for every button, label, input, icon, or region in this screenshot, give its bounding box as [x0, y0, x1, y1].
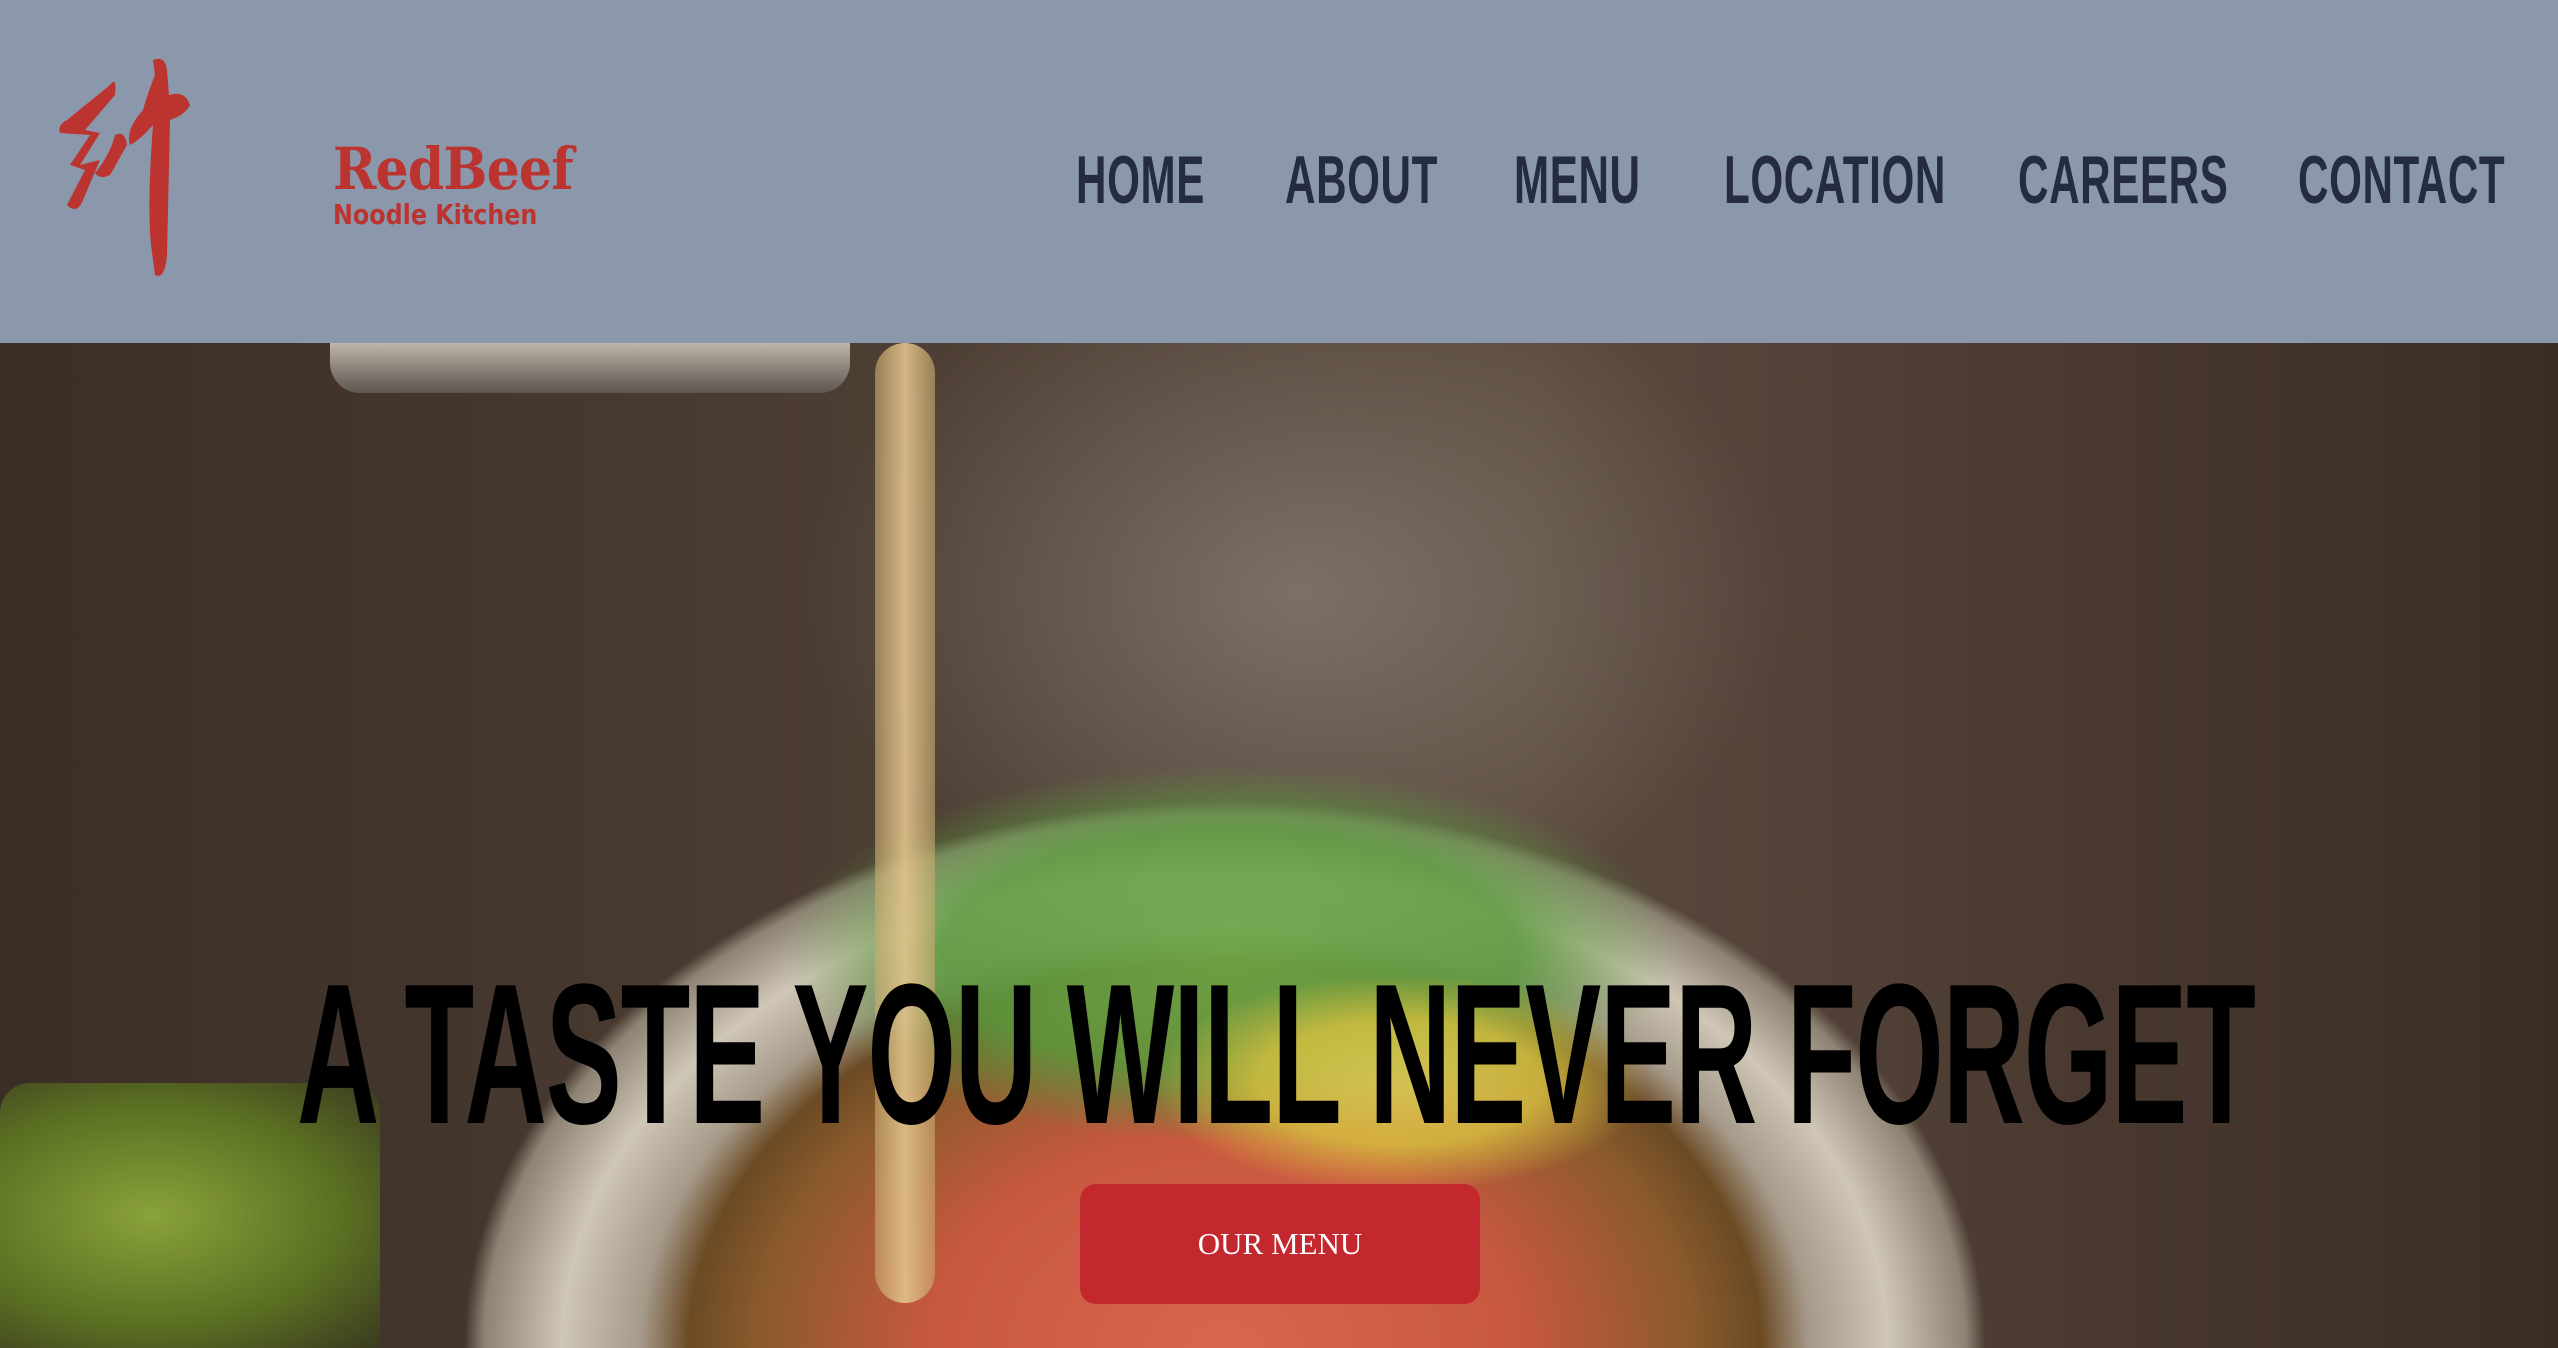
- nav-home[interactable]: HOME: [1076, 140, 1205, 220]
- our-menu-button[interactable]: OUR MENU: [1080, 1184, 1480, 1304]
- nav-careers[interactable]: CAREERS: [2018, 140, 2228, 220]
- site-header: RedBeef Noodle Kitchen HOME ABOUT MENU L…: [0, 0, 2558, 343]
- nav-about[interactable]: ABOUT: [1285, 140, 1438, 220]
- hero-image-ladle: [330, 343, 850, 393]
- hero-headline: A TASTE YOU WILL NEVER FORGET: [297, 943, 2256, 1166]
- nav-location[interactable]: LOCATION: [1724, 140, 1946, 220]
- nav-contact[interactable]: CONTACT: [2298, 140, 2505, 220]
- main-nav: HOME ABOUT MENU LOCATION CAREERS CONTACT: [0, 140, 2558, 220]
- nav-menu[interactable]: MENU: [1514, 140, 1641, 220]
